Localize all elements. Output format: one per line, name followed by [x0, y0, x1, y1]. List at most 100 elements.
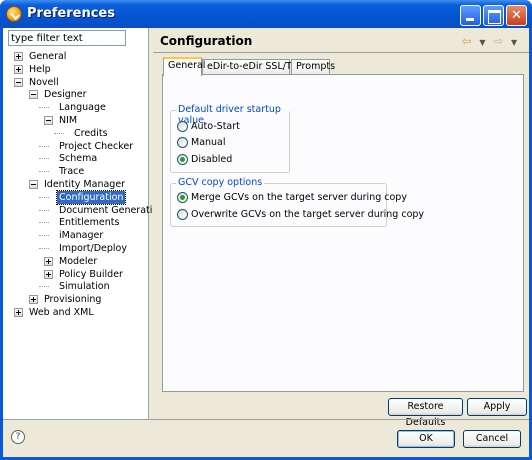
- radio-button[interactable]: [177, 209, 188, 220]
- tree-item[interactable]: Trace: [3, 165, 149, 178]
- tree-connector: [39, 171, 49, 173]
- collapse-icon[interactable]: [29, 90, 38, 100]
- expand-icon[interactable]: [44, 269, 53, 279]
- tree-item-label: Document Generation: [59, 204, 165, 216]
- tree-item[interactable]: Credits: [3, 127, 149, 140]
- title-separator: [153, 52, 529, 53]
- ok-button[interactable]: OK: [397, 430, 455, 448]
- expand-icon[interactable]: [14, 308, 23, 317]
- window-title: Preferences: [27, 6, 115, 21]
- startup-value-group: Default driver startup value Auto-Start …: [170, 104, 290, 173]
- expand-icon[interactable]: [14, 52, 23, 61]
- preference-tree-pane: GeneralHelpNovellDesignerLanguageNIMCred…: [3, 28, 164, 419]
- cancel-button[interactable]: Cancel: [463, 430, 521, 448]
- tree-connector: [54, 132, 64, 134]
- radio-label: Manual: [191, 137, 226, 148]
- close-icon: ✕: [511, 8, 522, 23]
- tab-edir-ssl-tls[interactable]: eDir-to-eDir SSL/TLS: [202, 59, 303, 75]
- tree-item[interactable]: Schema: [3, 152, 149, 165]
- tree-connector: [39, 145, 49, 147]
- history-nav: ⇦ ▼ ⇨ ▼: [462, 34, 521, 48]
- gcv-copy-group: GCV copy options Merge GCVs on the targe…: [170, 177, 424, 227]
- expand-icon[interactable]: [14, 64, 23, 74]
- tree-item[interactable]: iManager: [3, 229, 149, 242]
- tree-connector: [39, 248, 49, 249]
- tree-item-label: Trace: [59, 166, 85, 178]
- tree-item[interactable]: General: [3, 50, 149, 63]
- collapse-icon[interactable]: [44, 116, 53, 125]
- minimize-button[interactable]: [460, 5, 481, 26]
- radio-button[interactable]: [177, 192, 188, 203]
- group-title: GCV copy options: [176, 177, 265, 188]
- maximize-button[interactable]: [483, 5, 504, 26]
- button-bar-separator: [3, 419, 529, 420]
- tab-prompts[interactable]: Prompts: [291, 59, 335, 75]
- chevron-down-icon[interactable]: ▼: [511, 38, 521, 47]
- tree-connector: [39, 107, 49, 109]
- expand-icon[interactable]: [29, 295, 38, 305]
- tree-item-label: Entitlements: [59, 217, 120, 229]
- tree-item[interactable]: Identity Manager: [3, 178, 149, 191]
- tree-item-label: Provisioning: [44, 294, 102, 306]
- tree-item[interactable]: Novell: [3, 76, 149, 89]
- app-icon: [6, 6, 22, 22]
- tree-item[interactable]: Project Checker: [3, 140, 149, 153]
- apply-button[interactable]: Apply: [467, 398, 527, 416]
- tree-item-label: Language: [59, 102, 106, 114]
- tree-item[interactable]: Modeler: [3, 255, 149, 268]
- tree-item-label: Import/Deploy: [59, 243, 127, 254]
- restore-defaults-button[interactable]: Restore Defaults: [388, 398, 463, 428]
- tree-item-label: Web and XML: [29, 307, 94, 318]
- collapse-icon[interactable]: [29, 180, 38, 189]
- tree-item-label: Help: [29, 63, 51, 75]
- tree-item-label: Designer: [44, 89, 87, 101]
- tree-item[interactable]: Document Generation: [3, 204, 164, 217]
- filter-input[interactable]: [8, 30, 126, 46]
- tree-item[interactable]: Help: [3, 63, 149, 76]
- tree-item-label: Modeler: [59, 255, 98, 267]
- tree-item[interactable]: Simulation: [3, 280, 149, 293]
- tree-connector: [39, 222, 49, 224]
- tree-connector: [39, 235, 49, 237]
- tree-connector: [39, 158, 49, 160]
- tree-item[interactable]: NIM: [3, 114, 149, 127]
- radio-button[interactable]: [177, 137, 188, 148]
- preferences-window: Preferences ✕ GeneralHelpNovellDesignerL…: [0, 0, 532, 460]
- tree-item[interactable]: Web and XML: [3, 306, 149, 319]
- help-icon[interactable]: ?: [11, 430, 25, 444]
- tree-item-label: General: [29, 51, 67, 62]
- general-tab-panel: Default driver startup value Auto-Start …: [162, 74, 524, 392]
- radio-button[interactable]: [177, 154, 188, 165]
- page-title: Configuration: [160, 34, 253, 48]
- preference-page: Configuration ⇦ ▼ ⇨ ▼ General eDir-to-eD…: [153, 28, 529, 428]
- tree-item-label: Identity Manager: [44, 179, 126, 190]
- radio-label: Auto-Start: [191, 121, 240, 132]
- tree-item[interactable]: Provisioning: [3, 293, 149, 306]
- tree-item-label: iManager: [59, 230, 104, 242]
- tree-item-label: Configuration: [55, 189, 127, 205]
- tree-item[interactable]: Entitlements: [3, 216, 149, 229]
- tree-item[interactable]: Import/Deploy: [3, 242, 149, 255]
- collapse-icon[interactable]: [14, 77, 23, 87]
- chevron-down-icon[interactable]: ▼: [479, 38, 489, 47]
- tree-item-label: Schema: [59, 153, 98, 165]
- expand-icon[interactable]: [44, 256, 53, 266]
- tree-connector: [39, 286, 49, 288]
- tree-item[interactable]: Language: [3, 101, 149, 114]
- radio-label: Merge GCVs on the target server during c…: [191, 192, 407, 203]
- close-button[interactable]: ✕: [506, 5, 527, 26]
- tree-connector: [39, 196, 49, 198]
- back-arrow-icon[interactable]: ⇦: [462, 34, 476, 48]
- tree-item[interactable]: Policy Builder: [3, 268, 149, 281]
- tab-general[interactable]: General: [163, 57, 205, 76]
- radio-button[interactable]: [177, 121, 188, 132]
- radio-label: Disabled: [191, 154, 233, 165]
- tree-item[interactable]: Configuration: [3, 189, 149, 205]
- tree-item-label: Novell: [29, 76, 59, 88]
- title-bar[interactable]: Preferences ✕: [0, 0, 532, 28]
- tree-item-label: NIM: [59, 115, 78, 126]
- tree-item-label: Policy Builder: [59, 268, 123, 280]
- tree-item[interactable]: Designer: [3, 88, 149, 101]
- tree-item-label: Project Checker: [59, 140, 134, 152]
- forward-arrow-icon[interactable]: ⇨: [493, 34, 507, 48]
